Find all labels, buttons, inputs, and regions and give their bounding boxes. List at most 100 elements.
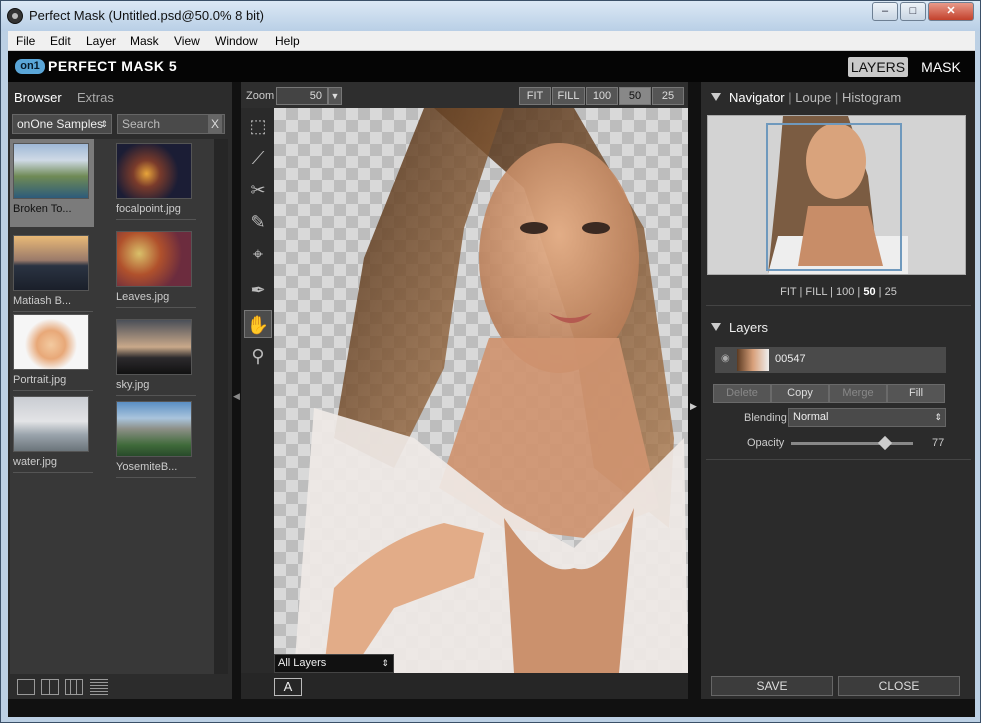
browser-scrollbar[interactable] [214,139,228,674]
menu-view[interactable]: View [174,34,200,48]
thumbnail-grid: Broken To... focalpoint.jpg Matiash B...… [10,139,214,674]
thumbnail-label: focalpoint.jpg [116,203,196,220]
menu-bar: File Edit Layer Mask View Window Help [8,31,975,51]
menu-file[interactable]: File [16,34,35,48]
blending-select[interactable]: Normal ⇕ [788,408,946,427]
thumbnail-water[interactable]: water.jpg [13,396,97,473]
product-name: PERFECT MASK 5 [48,58,178,74]
menu-window[interactable]: Window [215,34,258,48]
menu-edit[interactable]: Edit [50,34,71,48]
zoom-fit-button[interactable]: FIT [519,87,551,105]
thumbnail-image [116,401,192,457]
thumbnail-image [116,143,192,199]
menu-mask[interactable]: Mask [130,34,159,48]
navigator-preview[interactable] [707,115,966,275]
thumbnail-portrait[interactable]: Portrait.jpg [13,314,97,391]
tab-histogram[interactable]: Histogram [842,90,901,105]
zoom-tool-icon[interactable]: ⚲ [244,342,272,370]
layers-mode-button[interactable]: LAYERS [848,57,908,77]
thumbnail-image [13,314,89,370]
nav-zoom-100[interactable]: 100 [836,286,854,298]
layer-row[interactable]: ◉ 00547 [715,347,946,373]
minimize-button[interactable]: – [872,2,898,21]
opacity-slider-handle[interactable] [877,435,893,451]
view-split-icon[interactable] [41,679,59,695]
tab-navigator[interactable]: Navigator [729,90,785,105]
navigator-header: Navigator | Loupe | Histogram [711,90,901,105]
navigator-viewport[interactable] [766,123,902,271]
zoom-50-button[interactable]: 50 [619,87,651,105]
collapse-triangle-icon[interactable] [711,93,721,101]
pen-tool-icon[interactable]: ⌖ [244,240,272,268]
opacity-slider[interactable] [791,435,913,451]
hand-tool-icon[interactable]: ✋ [244,310,272,338]
thumbnail-image [116,231,192,287]
delete-layer-button[interactable]: Delete [713,384,771,403]
thumbnail-image [13,143,89,199]
thumbnail-label: water.jpg [13,456,93,473]
source-select[interactable]: onOne Samples ⇕ [12,114,112,134]
layer-select-value: All Layers [278,657,327,669]
crop-tool-icon[interactable]: ⟋ [244,144,272,172]
portrait-image [294,108,688,673]
window-title: Perfect Mask (Untitled.psd@50.0% 8 bit) [29,8,265,23]
zoom-25-button[interactable]: 25 [652,87,684,105]
thumbnail-leaves[interactable]: Leaves.jpg [116,231,200,308]
thumbnail-sky[interactable]: sky.jpg [116,319,200,396]
marquee-tool-icon[interactable]: ⬚ [244,112,272,140]
maximize-button[interactable]: □ [900,2,926,21]
save-button[interactable]: SAVE [711,676,833,696]
close-window-button[interactable]: ✕ [928,2,974,21]
scissors-tool-icon[interactable]: ✂ [244,176,272,204]
collapse-left-icon[interactable]: ◀ [233,391,241,421]
view-single-icon[interactable] [17,679,35,695]
eye-icon[interactable]: ◉ [721,353,730,364]
auto-button[interactable]: A [274,678,302,696]
thumbnail-focalpoint[interactable]: focalpoint.jpg [116,143,200,220]
mask-mode-button[interactable]: MASK [916,57,966,77]
close-button[interactable]: CLOSE [838,676,960,696]
zoom-input[interactable]: 50 [276,87,328,105]
zoom-100-button[interactable]: 100 [586,87,618,105]
nav-zoom-fit[interactable]: FIT [780,286,796,298]
thumbnail-image [13,235,89,291]
image-canvas[interactable]: All Layers ⇕ [274,108,688,673]
navigator-zoom-links: FIT | FILL | 100 | 50 | 25 [780,286,897,298]
tab-browser[interactable]: Browser [14,90,62,105]
menu-help[interactable]: Help [275,34,300,48]
thumbnail-yosemite[interactable]: YosemiteB... [116,401,200,478]
dropper-tool-icon[interactable]: ✒ [244,276,272,304]
collapse-right-icon[interactable]: ▶ [690,401,698,421]
collapse-triangle-icon[interactable] [711,323,721,331]
thumbnail-label: Matiash B... [13,295,93,312]
blending-value: Normal [793,411,829,423]
canvas-area: Zoom 50 ▼ FIT FILL 100 50 25 ⬚ ⟋ ✂ ✎ ⌖ ✒… [241,82,688,699]
clear-search-button[interactable]: X [208,115,222,133]
brush-tool-icon[interactable]: ✎ [244,208,272,236]
copy-layer-button[interactable]: Copy [771,384,829,403]
view-columns-icon[interactable] [65,679,83,695]
search-placeholder: Search [122,117,161,131]
blending-label: Blending [744,412,787,424]
thumbnail-matiash[interactable]: Matiash B... [13,235,97,312]
thumbnail-image [116,319,192,375]
nav-zoom-fill[interactable]: FILL [805,286,827,298]
tab-extras[interactable]: Extras [77,90,114,105]
thumbnail-image [13,396,89,452]
search-input[interactable]: Search X [117,114,225,134]
zoom-fill-button[interactable]: FILL [552,87,585,105]
menu-layer[interactable]: Layer [86,34,116,48]
divider [706,305,971,306]
zoom-dropdown-icon[interactable]: ▼ [328,87,342,105]
thumbnail-broken-top[interactable]: Broken To... [10,139,94,227]
layer-select[interactable]: All Layers ⇕ [274,654,394,673]
nav-zoom-25[interactable]: 25 [885,286,897,298]
view-list-icon[interactable] [90,679,108,695]
right-panel: Navigator | Loupe | Histogram FIT | FILL… [700,82,975,699]
layers-title: Layers [729,320,769,335]
merge-layer-button[interactable]: Merge [829,384,887,403]
thumbnail-label: Portrait.jpg [13,374,93,391]
nav-zoom-50[interactable]: 50 [863,286,875,298]
fill-layer-button[interactable]: Fill [887,384,945,403]
tab-loupe[interactable]: Loupe [795,90,831,105]
